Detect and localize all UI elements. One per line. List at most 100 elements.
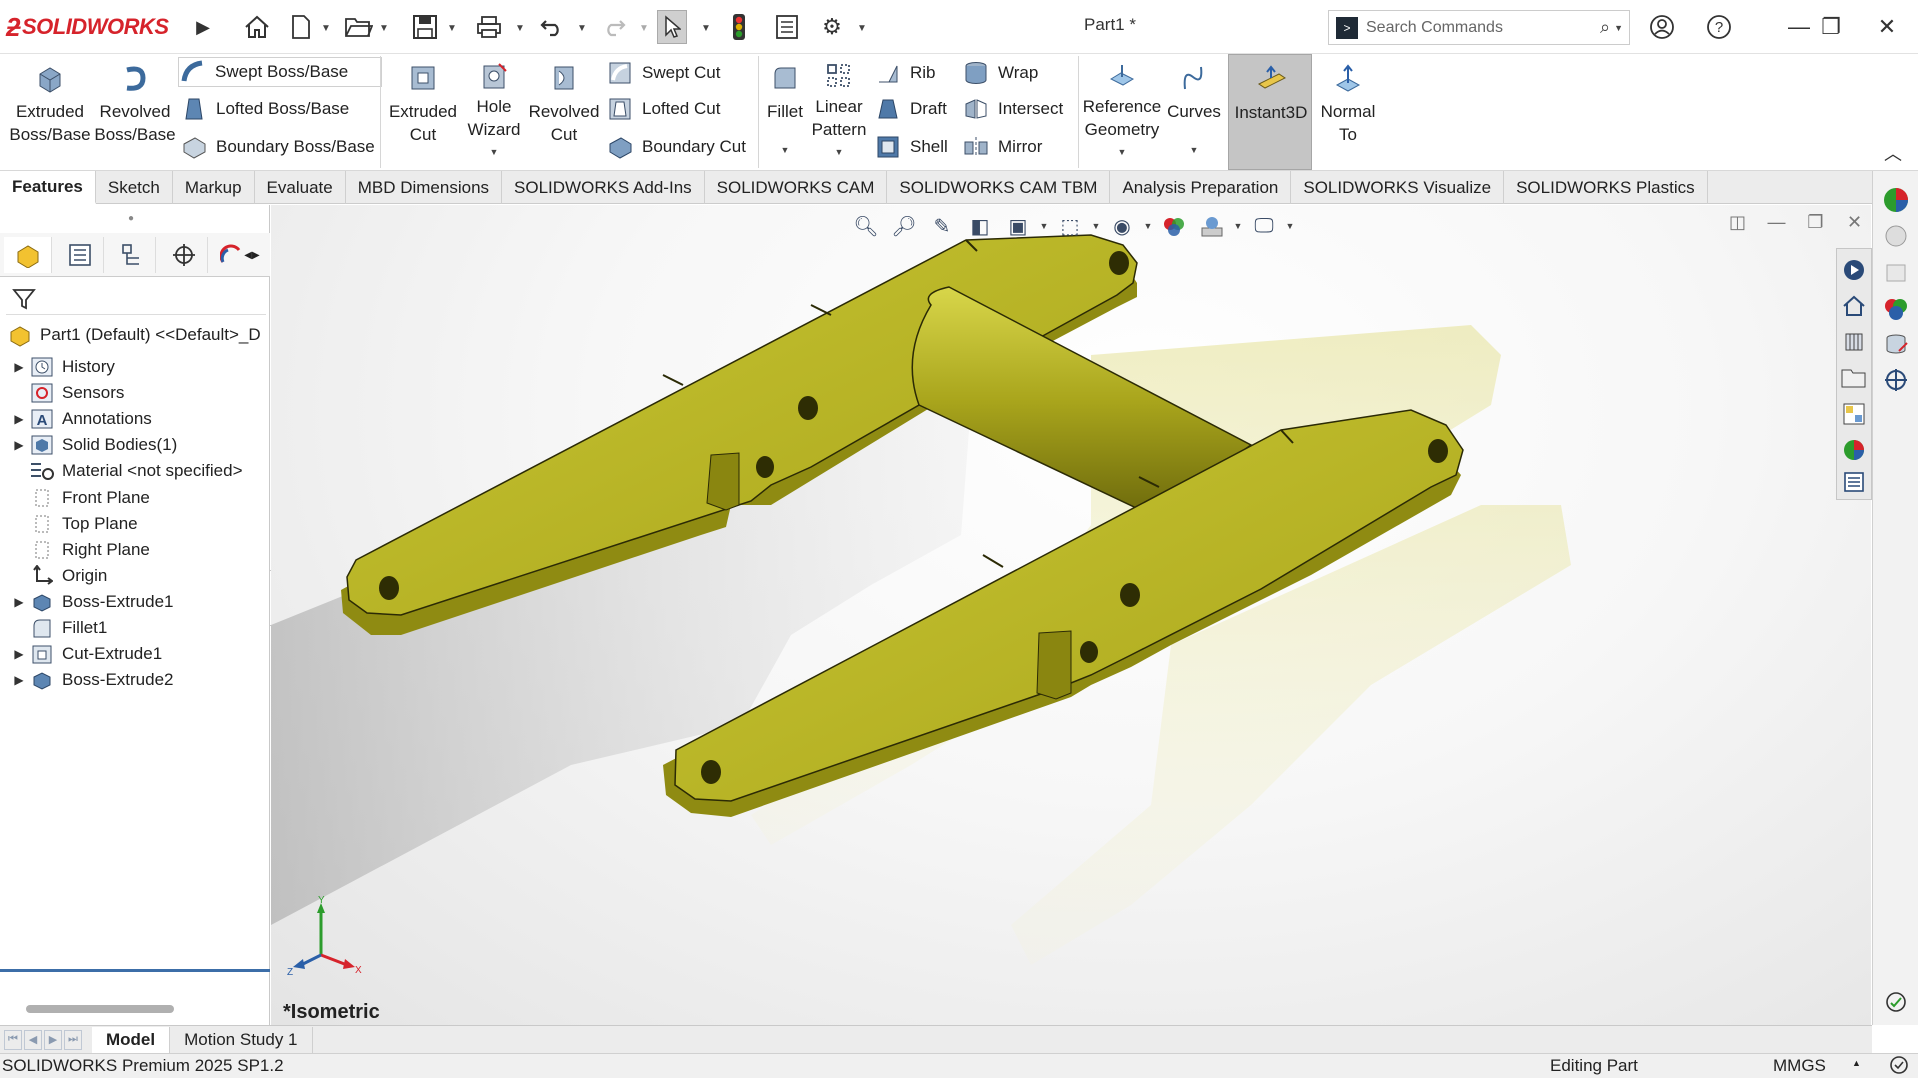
configuration-manager-tab-icon[interactable] (108, 237, 156, 273)
undo-dropdown-icon[interactable]: ▼ (576, 18, 588, 38)
lofted-boss-base-button[interactable]: Lofted Boss/Base (180, 94, 349, 124)
fillet-dropdown-icon[interactable]: ▼ (781, 139, 790, 162)
file-explorer-pane-icon[interactable] (1879, 255, 1913, 289)
tab-markup[interactable]: Markup (173, 171, 255, 204)
tree-filter[interactable] (6, 283, 266, 315)
close-window-icon[interactable]: ✕ (1868, 9, 1906, 45)
apply-scene-dropdown-icon[interactable]: ▼ (1231, 210, 1245, 242)
previous-view-icon[interactable]: ✎ (923, 210, 961, 242)
zoom-to-fit-icon[interactable]: 🔍︎ (847, 210, 885, 242)
save-icon[interactable] (408, 10, 442, 44)
design-library-icon[interactable] (1839, 327, 1869, 357)
options-dropdown-icon[interactable]: ▼ (856, 18, 868, 38)
linear-pattern-dropdown-icon[interactable]: ▼ (835, 141, 844, 164)
new-dropdown-icon[interactable]: ▼ (320, 18, 332, 38)
tab-evaluate[interactable]: Evaluate (255, 171, 346, 204)
select-dropdown-icon[interactable]: ▼ (700, 18, 712, 38)
unit-system-dropdown-icon[interactable]: ▲ (1852, 1058, 1861, 1068)
tab-scroll-right-icon[interactable]: ▶ (252, 250, 260, 261)
viewport-minimize-icon[interactable]: — (1760, 207, 1793, 237)
solidworks-logo[interactable]: ƻ SOLIDWORKS (6, 10, 169, 44)
graphics-area[interactable]: 🔍︎ 🔎︎ ✎ ◧ ▣ ▼ ⬚ ▼ ◉ ▼ ▼ 🖵 ▼ ◫ — ❐ ✕ Y X … (271, 205, 1871, 1025)
home-icon[interactable] (240, 10, 274, 44)
viewport-split-icon[interactable]: ◫ (1721, 207, 1754, 237)
appearances-scenes-icon[interactable] (1839, 435, 1869, 465)
curves-button[interactable]: Curves ▼ (1162, 60, 1226, 164)
part-model-render[interactable] (271, 205, 1871, 1025)
wrap-button[interactable]: Wrap (962, 58, 1038, 88)
revolved-boss-base-button[interactable]: Revolved Boss/Base (93, 60, 177, 164)
print-dropdown-icon[interactable]: ▼ (514, 18, 526, 38)
hole-wizard-button[interactable]: Hole Wizard ▼ (458, 60, 530, 164)
next-tab-icon[interactable]: ▶ (44, 1029, 62, 1050)
tab-scroll-left-icon[interactable]: ◀ (244, 250, 252, 261)
swept-boss-base-button[interactable]: Swept Boss/Base (178, 57, 382, 87)
undo-icon[interactable] (535, 10, 569, 44)
expand-arrow-icon[interactable]: ▶ (10, 647, 28, 661)
user-account-icon[interactable] (1643, 9, 1681, 45)
boundary-cut-button[interactable]: Boundary Cut (606, 132, 746, 162)
intersect-button[interactable]: Intersect (962, 94, 1063, 124)
rebuild-status-icon[interactable] (1879, 985, 1913, 1019)
extruded-boss-base-button[interactable]: Extruded Boss/Base (8, 60, 92, 164)
reference-geometry-dropdown-icon[interactable]: ▼ (1118, 141, 1127, 164)
section-view-icon[interactable]: ◧ (961, 210, 999, 242)
view-orientation-dropdown-icon[interactable]: ▼ (1037, 210, 1051, 242)
rollback-bar[interactable] (0, 969, 270, 972)
viewport-close-icon[interactable]: ✕ (1838, 207, 1871, 237)
custom-properties-icon[interactable] (1839, 467, 1869, 497)
view-palette-icon[interactable] (1839, 399, 1869, 429)
reference-geometry-button[interactable]: Reference Geometry ▼ (1082, 60, 1162, 164)
design-library-pane-icon[interactable] (1879, 219, 1913, 253)
viewport-restore-icon[interactable]: ❐ (1799, 207, 1832, 237)
collapse-ribbon-icon[interactable]: ︿ (1884, 140, 1902, 166)
last-tab-icon[interactable]: ⏭ (64, 1029, 82, 1050)
help-icon[interactable]: ? (1700, 9, 1738, 45)
dynamic-annotation-icon[interactable]: ▣ (999, 210, 1037, 242)
expand-menu-icon[interactable]: ▶ (186, 10, 220, 44)
appearances-pane-icon[interactable] (1879, 291, 1913, 325)
prev-tab-icon[interactable]: ◀ (24, 1029, 42, 1050)
redo-dropdown-icon[interactable]: ▼ (638, 18, 650, 38)
view-orientation-cube-icon[interactable]: ⬚ (1051, 210, 1089, 242)
fillet-button[interactable]: Fillet ▼ (762, 60, 808, 164)
save-dropdown-icon[interactable]: ▼ (446, 18, 458, 38)
tab-analysis-preparation[interactable]: Analysis Preparation (1110, 171, 1292, 204)
open-dropdown-icon[interactable]: ▼ (378, 18, 390, 38)
tree-item-boss-extrude2[interactable]: ▶ Boss-Extrude2 (0, 664, 270, 696)
expand-arrow-icon[interactable]: ▶ (10, 595, 28, 609)
dimxpert-manager-tab-icon[interactable] (160, 237, 208, 273)
redo-icon[interactable] (597, 10, 631, 44)
tab-motion-study-1[interactable]: Motion Study 1 (170, 1026, 313, 1053)
boundary-boss-base-button[interactable]: Boundary Boss/Base (180, 132, 375, 162)
status-settings-icon[interactable] (1888, 1054, 1910, 1078)
options-gear-icon[interactable]: ⚙ (815, 10, 849, 44)
feature-tree-tab-icon[interactable] (4, 237, 52, 273)
zoom-to-area-icon[interactable]: 🔎︎ (885, 210, 923, 242)
tree-root-part1[interactable]: Part1 (Default) <<Default>_D (0, 319, 270, 351)
select-arrow-icon[interactable] (657, 10, 687, 44)
extruded-cut-button[interactable]: Extruded Cut (385, 60, 461, 164)
tab-model[interactable]: Model (92, 1026, 171, 1053)
tab-solidworks-add-ins[interactable]: SOLIDWORKS Add-Ins (502, 171, 705, 204)
rib-button[interactable]: Rib (874, 58, 936, 88)
tree-horizontal-scrollbar[interactable] (26, 1005, 174, 1013)
file-explorer-icon[interactable] (1839, 363, 1869, 393)
display-style-dropdown-icon[interactable]: ▼ (1089, 210, 1103, 242)
curves-dropdown-icon[interactable]: ▼ (1190, 139, 1199, 162)
tab-solidworks-visualize[interactable]: SOLIDWORKS Visualize (1291, 171, 1505, 204)
edit-appearance-icon[interactable] (1155, 210, 1193, 242)
hide-show-dropdown-icon[interactable]: ▼ (1141, 210, 1155, 242)
revolved-cut-button[interactable]: Revolved Cut (527, 60, 601, 164)
draft-button[interactable]: Draft (874, 94, 947, 124)
custom-properties-pane-icon[interactable] (1879, 327, 1913, 361)
tab-solidworks-cam-tbm[interactable]: SOLIDWORKS CAM TBM (887, 171, 1111, 204)
home-view-icon[interactable] (1839, 291, 1869, 321)
apply-scene-icon[interactable] (1193, 210, 1231, 242)
expand-arrow-icon[interactable]: ▶ (10, 360, 28, 374)
first-tab-icon[interactable]: ⏮ (4, 1029, 22, 1050)
search-commands-box[interactable]: > Search Commands ⌕ ▼ (1328, 10, 1630, 45)
file-properties-icon[interactable] (770, 10, 804, 44)
tab-solidworks-cam[interactable]: SOLIDWORKS CAM (705, 171, 888, 204)
shell-button[interactable]: Shell (874, 132, 948, 162)
